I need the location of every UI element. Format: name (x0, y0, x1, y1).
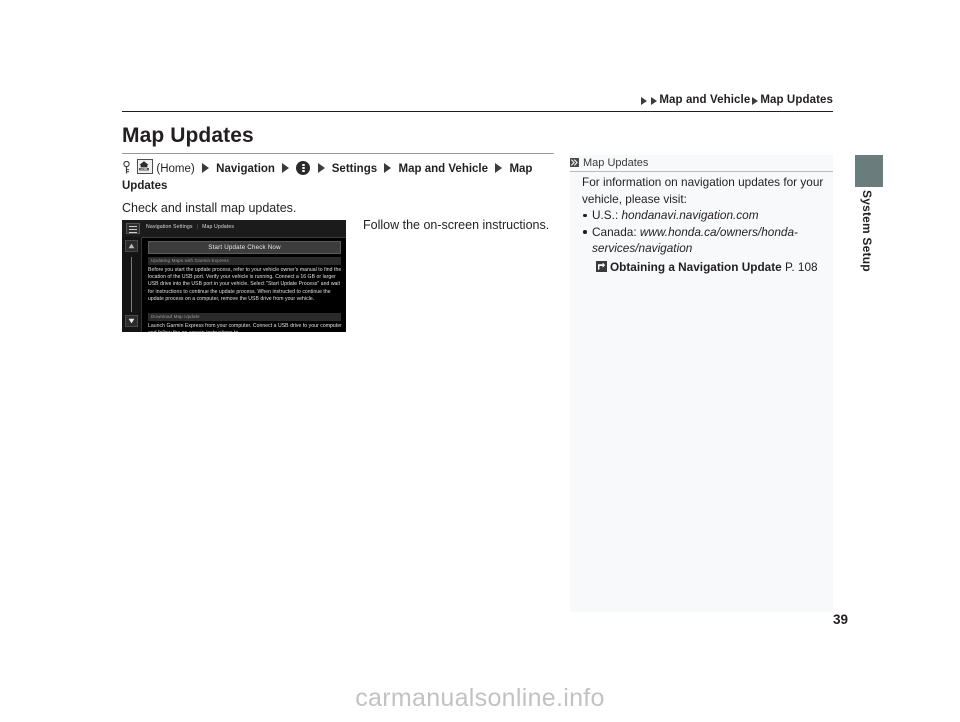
body-instruction-text: Follow the on-screen instructions. (363, 218, 550, 232)
page-reference[interactable]: Obtaining a Navigation Update P. 108 (582, 259, 830, 276)
breadcrumb-item-map-updates[interactable]: Map Updates (760, 94, 833, 106)
nav-screen-scroll-rail (122, 237, 142, 332)
chevron-right-icon (651, 97, 658, 105)
nav-screen-section1-body: Before you start the update process, ref… (148, 267, 342, 302)
navigation-screen-image: Navigation Settings | Map Updates Start Up… (122, 220, 346, 332)
page-reference-title: Obtaining a Navigation Update (610, 259, 782, 274)
nav-screen-scrollbar[interactable] (131, 257, 132, 312)
body-intro-text: Check and install map updates. (122, 201, 297, 215)
navigation-path: HOME (Home) Navigation Settings Map and … (122, 157, 554, 195)
watermark: carmanualsonline.info (355, 684, 605, 712)
double-chevron-icon (570, 158, 579, 167)
scroll-up-icon[interactable] (125, 240, 138, 252)
page-title: Map Updates (122, 124, 254, 147)
side-note-header-divider (570, 171, 833, 172)
nav-screen-section1-title: Updating Maps with Garmin Express (148, 257, 341, 265)
side-note-bullet-list: U.S.: hondanavi.navigation.com Canada: w… (582, 207, 830, 257)
key-icon (122, 160, 131, 174)
nav-screen-crumb-navigation-settings[interactable]: Navigation Settings (146, 224, 193, 230)
side-note-title: Map Updates (583, 156, 649, 169)
chevron-right-icon (641, 97, 648, 105)
list-item: U.S.: hondanavi.navigation.com (582, 207, 830, 224)
nav-screen-section2-title: Download Map Update (148, 313, 341, 321)
section-tab-marker (855, 155, 883, 187)
breadcrumb: Map and Vehicle Map Updates (0, 88, 960, 112)
side-panel-divider (568, 152, 569, 615)
bullet-label-canada: Canada: (592, 224, 640, 239)
title-divider (122, 153, 554, 154)
nav-path-home-label: (Home) (156, 163, 195, 175)
header-divider (122, 111, 833, 112)
nav-path-item-settings[interactable]: Settings (332, 163, 377, 175)
chevron-right-icon (495, 163, 503, 173)
side-note-header: Map Updates (570, 155, 833, 170)
page-number: 39 (833, 612, 849, 627)
section-tab-label[interactable]: System Setup (856, 190, 874, 272)
chevron-right-icon (384, 163, 392, 173)
home-button-icon[interactable]: HOME (137, 159, 154, 174)
page-reference-arrow-icon (596, 260, 607, 272)
side-note-intro-line2: vehicle, please visit: (582, 191, 687, 206)
nav-screen-breadcrumb: Navigation Settings | Map Updates (146, 224, 234, 230)
nav-path-item-navigation[interactable]: Navigation (216, 163, 275, 175)
nav-screen-crumb-separator: | (196, 224, 199, 230)
nav-path-item-map-and-vehicle[interactable]: Map and Vehicle (399, 163, 488, 175)
svg-text:HOME: HOME (141, 168, 149, 171)
side-note-body: For information on navigation updates fo… (582, 174, 830, 276)
start-update-check-now-button[interactable]: Start Update Check Now (148, 241, 341, 254)
chevron-right-icon (752, 97, 759, 105)
vertical-dots-icon[interactable] (296, 161, 311, 175)
chevron-right-icon (201, 163, 209, 173)
chevron-right-icon (317, 163, 325, 173)
bullet-label-us: U.S.: (592, 208, 622, 222)
list-item: Canada: www.honda.ca/owners/honda-servic… (582, 224, 830, 257)
scroll-down-icon[interactable] (125, 315, 138, 327)
nav-screen-crumb-map-updates[interactable]: Map Updates (202, 224, 234, 230)
nav-screen-content: Start Update Check Now Updating Maps wit… (143, 237, 346, 332)
hamburger-menu-icon[interactable] (126, 223, 140, 234)
breadcrumb-item-map-and-vehicle[interactable]: Map and Vehicle (659, 94, 750, 106)
chevron-right-icon (282, 163, 290, 173)
side-note-intro-line1: For information on navigation updates fo… (582, 175, 824, 189)
nav-screen-section2-body: Launch Garmin Express from your computer… (148, 323, 342, 332)
page-reference-page: P. 108 (785, 259, 818, 274)
bullet-value-us[interactable]: hondanavi.navigation.com (622, 208, 759, 222)
